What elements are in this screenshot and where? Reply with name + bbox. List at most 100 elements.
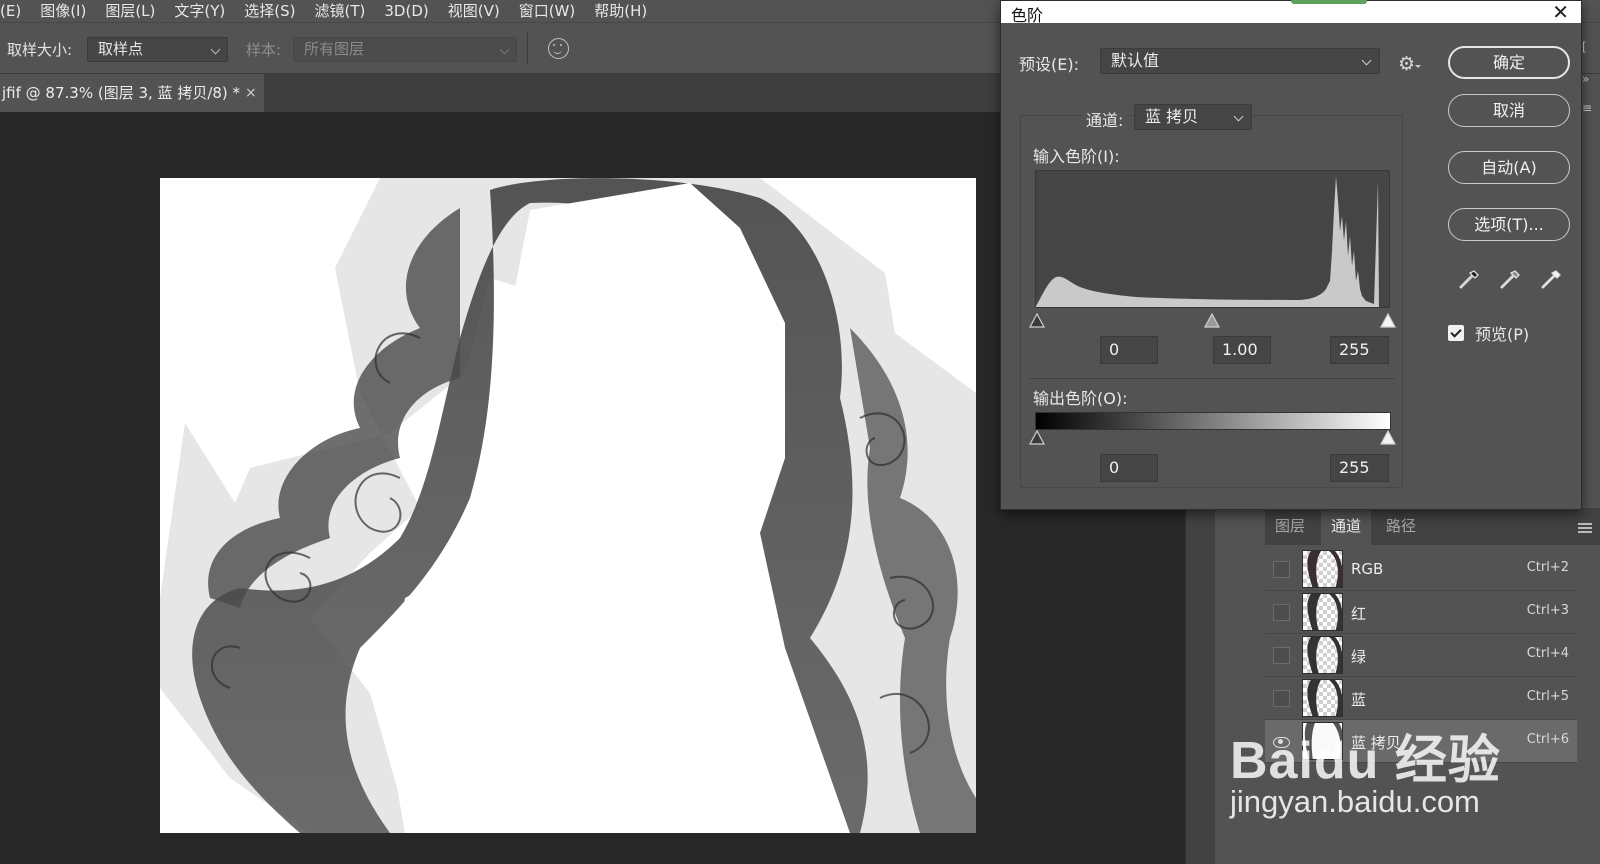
document-tab-title: jfif @ 87.3% (图层 3, 蓝 拷贝/8) *	[2, 84, 241, 102]
document-tab-bar: jfif @ 87.3% (图层 3, 蓝 拷贝/8) * ×	[0, 74, 1000, 112]
channel-name: 红	[1351, 605, 1367, 623]
eye-icon[interactable]	[1273, 733, 1290, 750]
channel-thumbnail	[1302, 550, 1343, 588]
white-eyedropper-icon[interactable]	[1539, 268, 1563, 292]
preview-label: 预览(P)	[1475, 325, 1530, 344]
channel-shortcut: Ctrl+5	[1526, 689, 1569, 704]
dialog-title: 色阶	[1011, 6, 1044, 25]
output-black-slider[interactable]	[1029, 430, 1045, 445]
chevron-down-icon	[1233, 111, 1244, 122]
channel-select[interactable]: 蓝 拷贝	[1134, 104, 1252, 130]
face-aware-icon[interactable]	[548, 38, 569, 59]
chevron-down-icon	[499, 44, 510, 55]
menu-type[interactable]: 文字(Y)	[174, 3, 225, 19]
channels-list: RGB Ctrl+2 红 Ctrl+3 绿 Ctrl+4 蓝 Ctrl+5 蓝 …	[1265, 548, 1577, 776]
output-slider-track[interactable]	[1029, 430, 1396, 446]
preview-checkbox[interactable]	[1448, 325, 1464, 341]
visibility-toggle[interactable]	[1273, 604, 1290, 621]
menu-layer[interactable]: 图层(L)	[105, 3, 155, 19]
gear-icon[interactable]: ⚙	[1398, 53, 1421, 75]
document-canvas[interactable]	[160, 178, 976, 833]
histogram-graph	[1036, 176, 1379, 307]
channel-name: 绿	[1351, 648, 1367, 666]
menu-select[interactable]: 选择(S)	[244, 3, 295, 19]
divider	[1030, 378, 1394, 379]
channel-name: RGB	[1351, 560, 1384, 578]
menu-filter[interactable]: 滤镜(T)	[315, 3, 366, 19]
dialog-title-bar[interactable]: 色阶 ✕	[1001, 1, 1581, 25]
tab-channels[interactable]: 通道	[1321, 508, 1372, 545]
gamma-slider[interactable]	[1204, 313, 1220, 328]
drag-handle[interactable]	[1291, 0, 1367, 4]
input-slider-track[interactable]	[1029, 313, 1396, 329]
channel-row-blue[interactable]: 蓝 Ctrl+5	[1265, 677, 1577, 720]
input-gamma-field[interactable]: 1.00	[1213, 336, 1271, 364]
channel-shortcut: Ctrl+3	[1526, 603, 1569, 618]
preset-value: 默认值	[1111, 51, 1160, 70]
output-black-field[interactable]: 0	[1100, 454, 1158, 482]
hair-thumbnail-icon	[1307, 680, 1342, 716]
cancel-button[interactable]: 取消	[1448, 94, 1570, 127]
panel-expand-icon[interactable]: »	[1582, 72, 1600, 90]
sample-select[interactable]: 所有图层	[293, 37, 517, 62]
histogram	[1035, 170, 1390, 308]
close-icon[interactable]: ✕	[1552, 1, 1569, 23]
visibility-toggle[interactable]	[1273, 647, 1290, 664]
input-levels-label: 输入色阶(I):	[1033, 147, 1120, 166]
gray-eyedropper-icon[interactable]	[1498, 268, 1522, 292]
channel-thumbnail	[1302, 722, 1343, 760]
hair-thumbnail-icon	[1307, 594, 1342, 630]
channel-name: 蓝 拷贝	[1351, 734, 1401, 752]
hair-thumbnail-icon	[1307, 637, 1342, 673]
menu-edit[interactable]: (E)	[0, 3, 21, 19]
channel-shortcut: Ctrl+6	[1526, 732, 1569, 747]
menu-image[interactable]: 图像(I)	[40, 3, 86, 19]
tab-paths[interactable]: 路径	[1376, 508, 1426, 545]
channel-name: 蓝	[1351, 691, 1367, 709]
channel-thumbnail	[1302, 593, 1343, 631]
photoshop-window: (E) 图像(I) 图层(L) 文字(Y) 选择(S) 滤镜(T) 3D(D) …	[0, 0, 1600, 864]
auto-button[interactable]: 自动(A)	[1448, 151, 1570, 184]
menu-view[interactable]: 视图(V)	[448, 3, 500, 19]
panel-edge-icon[interactable]: [	[1582, 40, 1600, 58]
menu-window[interactable]: 窗口(W)	[519, 3, 576, 19]
chevron-down-icon	[1361, 55, 1372, 66]
channel-row-rgb[interactable]: RGB Ctrl+2	[1265, 548, 1577, 591]
channel-row-green[interactable]: 绿 Ctrl+4	[1265, 634, 1577, 677]
output-levels-label: 输出色阶(O):	[1033, 389, 1128, 408]
white-point-slider[interactable]	[1380, 313, 1396, 328]
visibility-toggle[interactable]	[1273, 690, 1290, 707]
channels-panel-tabs: 图层 通道 路径	[1265, 508, 1600, 545]
menu-help[interactable]: 帮助(H)	[594, 3, 647, 19]
channel-row-blue-copy[interactable]: 蓝 拷贝 Ctrl+6	[1265, 720, 1577, 763]
visibility-toggle[interactable]	[1273, 561, 1290, 578]
sample-size-select[interactable]: 取样点	[87, 37, 228, 62]
sample-value: 所有图层	[304, 40, 365, 58]
channel-label: 通道:	[1083, 107, 1127, 131]
divider	[527, 33, 528, 65]
input-white-field[interactable]: 255	[1330, 336, 1389, 364]
panel-menu-icon[interactable]	[1578, 523, 1592, 533]
channel-row-red[interactable]: 红 Ctrl+3	[1265, 591, 1577, 634]
sample-size-value: 取样点	[98, 40, 144, 58]
channel-value: 蓝 拷贝	[1145, 107, 1199, 126]
sample-label: 样本:	[246, 41, 282, 59]
black-eyedropper-icon[interactable]	[1457, 268, 1481, 292]
preset-label: 预设(E):	[1019, 55, 1079, 74]
document-tab[interactable]: jfif @ 87.3% (图层 3, 蓝 拷贝/8) * ×	[0, 74, 264, 112]
black-point-slider[interactable]	[1029, 313, 1045, 328]
output-white-slider[interactable]	[1380, 430, 1396, 445]
panel-menu-icon[interactable]: ≡	[1582, 101, 1600, 119]
menu-3d[interactable]: 3D(D)	[384, 3, 428, 19]
canvas-image	[160, 178, 976, 833]
close-icon[interactable]: ×	[245, 74, 257, 112]
hair-thumbnail-icon	[1304, 723, 1342, 759]
tab-layers[interactable]: 图层	[1265, 508, 1315, 545]
preset-select[interactable]: 默认值	[1100, 48, 1380, 74]
ok-button[interactable]: 确定	[1448, 46, 1570, 79]
output-white-field[interactable]: 255	[1330, 454, 1389, 482]
input-black-field[interactable]: 0	[1100, 336, 1158, 364]
sample-size-label: 取样大小:	[7, 41, 73, 59]
channel-thumbnail	[1302, 679, 1343, 717]
options-button[interactable]: 选项(T)...	[1448, 208, 1570, 241]
